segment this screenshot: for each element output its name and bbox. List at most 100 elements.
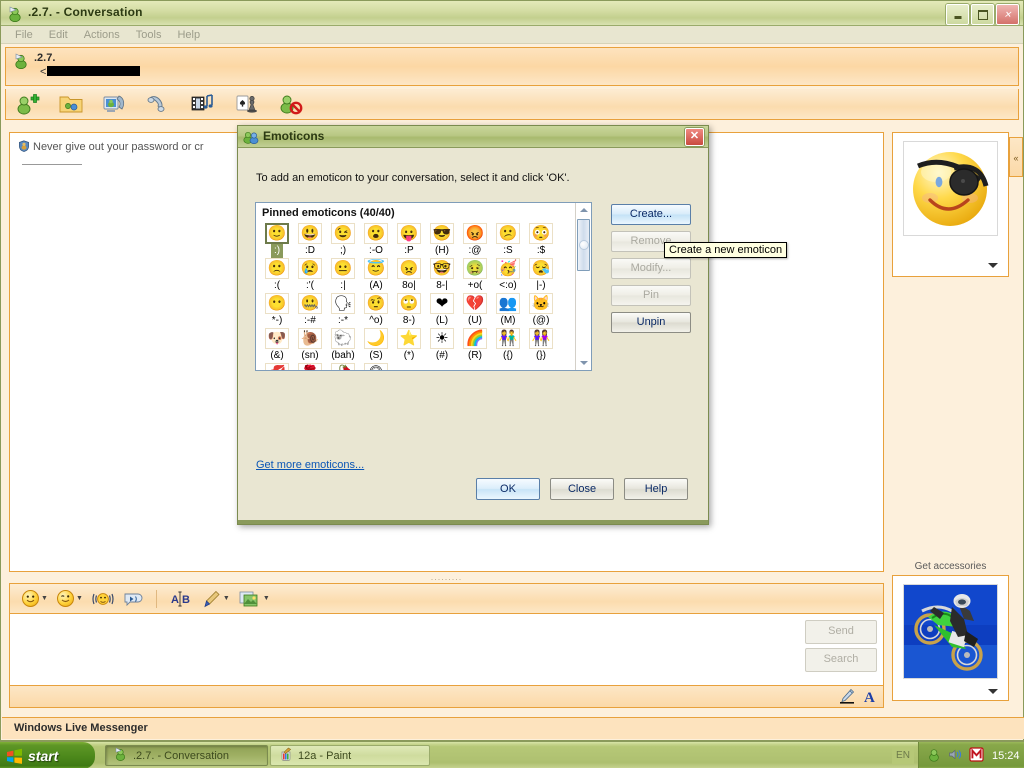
emoticon-cell-disappointed[interactable]: 😐:| [327,258,359,293]
emoticon-cell-kiss-lips[interactable]: 💋(K) [261,363,293,370]
emoticon-shortcut: (A) [369,280,383,291]
emoticon-cell-sun[interactable]: ☀ (#) [426,328,458,363]
taskbar-item-conversation[interactable]: .2.7. - Conversation [105,745,268,766]
pane-splitter[interactable]: ......... [9,574,884,581]
motocross-rider-advertisement[interactable] [903,584,998,679]
emoticon-cell-angry[interactable]: 😡:@ [459,223,491,258]
emoticon-cell-thinking[interactable]: 😶 *-) [261,293,293,328]
emoticon-cell-sleepy[interactable]: 😪 |-) [525,258,557,293]
close-button[interactable]: Close [550,478,614,500]
pirate-smiley-display-picture[interactable] [903,141,998,236]
volume-icon[interactable] [948,747,963,765]
shield-warning-icon [18,140,30,152]
emoticon-cell-star[interactable]: ⭐ (*) [393,328,425,363]
emoticon-cell-black-sheep[interactable]: 🐑 (bah) [327,328,359,363]
start-button[interactable]: start [0,742,95,768]
backgrounds-icon[interactable]: ▼ [237,588,272,610]
emoticon-cell-dog-face[interactable]: 🐶 (&) [261,328,293,363]
chevron-down-icon[interactable] [988,263,998,268]
search-button[interactable]: Search [805,648,877,672]
voice-clip-icon[interactable] [121,588,145,610]
sharing-folders-icon[interactable] [58,92,84,116]
minimize-button[interactable] [946,4,969,25]
emoticons-listbox[interactable]: Pinned emoticons (40/40) 🙂:) 😃:D 😉;) 😮:-O 😛:… [255,202,592,371]
get-more-emoticons-link[interactable]: Get more emoticons... [256,459,364,471]
clock-icon: 🕰 [364,363,388,370]
collapse-sidebar-button[interactable]: « [1009,137,1023,177]
language-indicator[interactable]: EN [892,747,914,764]
emoticon-cell-crying[interactable]: 😢:'( [294,258,326,293]
unpin-button[interactable]: Unpin [611,312,691,333]
restore-button[interactable] [971,4,994,25]
block-contact-icon[interactable] [278,92,304,116]
taskbar-item-paint[interactable]: 12a - Paint [270,745,430,766]
games-icon[interactable] [234,92,260,116]
scroll-down-arrow[interactable] [576,356,591,370]
video-call-icon[interactable] [102,92,128,116]
message-input-area[interactable]: Send Search [9,614,884,686]
emoticon-cell-cat-face[interactable]: 🐱 (@) [525,293,557,328]
dialog-footer-buttons: OK Close Help [238,478,708,500]
dialog-close-button[interactable]: ✕ [685,128,704,146]
emoticon-cell-sleeping-moon[interactable]: 🌙 (S) [360,328,392,363]
emoticon-cell-snail[interactable]: 🐌 (sn) [294,328,326,363]
emoticon-cell-open-mouthed-smile[interactable]: 😃:D [294,223,326,258]
emoticon-cell-confused[interactable]: 😕:S [492,223,524,258]
menu-file[interactable]: File [7,28,41,42]
change-font-icon[interactable]: A B [168,588,194,610]
emoticon-cell-sick[interactable]: 🤢 +o( [459,258,491,293]
emoticon-cell-angel[interactable]: 😇 (A) [360,258,392,293]
menu-edit[interactable]: Edit [41,28,76,42]
emoticon-cell-sarcastic[interactable]: 🤨 ^o) [360,293,392,328]
emoticon-cell-tongue-out[interactable]: 😛:P [393,223,425,258]
emoticon-cell-red-rose[interactable]: 🌹(F) [294,363,326,370]
emoticon-cell-secret-telling[interactable]: 🗣:-* [327,293,359,328]
voice-call-icon[interactable] [146,92,172,116]
scrollbar-thumb[interactable] [577,219,590,271]
emoticon-cell-baring-teeth[interactable]: 😠 8o| [393,258,425,293]
invite-icon[interactable] [14,92,40,116]
menu-tools[interactable]: Tools [128,28,170,42]
emoticon-cell-rainbow[interactable]: 🌈 (R) [459,328,491,363]
emoticon-cell-embarrassed[interactable]: 😳:$ [525,223,557,258]
taskbar-clock[interactable]: 15:24 [992,750,1020,762]
emoticon-shortcut: 8-) [402,315,416,326]
emoticons-scrollbar[interactable] [575,203,591,370]
emoticon-cell-broken-heart[interactable]: 💔 (U) [459,293,491,328]
photo-video-icon[interactable] [190,92,216,116]
emoticon-cell-messenger[interactable]: 👥 (M) [492,293,524,328]
background-brush-icon[interactable]: ▼ [199,588,232,610]
ok-button[interactable]: OK [476,478,540,500]
emoticon-cell-dont-tell-anyone[interactable]: 🤐:-# [294,293,326,328]
emoticon-picker-icon[interactable]: ▼ [20,588,50,610]
send-button[interactable]: Send [805,620,877,644]
emoticon-cell-guy-hug[interactable]: 👫 ({) [492,328,524,363]
emoticon-cell-red-heart[interactable]: ❤ (L) [426,293,458,328]
handwriting-icon[interactable] [839,688,855,707]
create-button[interactable]: Create... [611,204,691,225]
emoticon-cell-winking[interactable]: 😉;) [327,223,359,258]
scroll-up-arrow[interactable] [576,203,591,217]
text-format-icon[interactable]: A [863,688,877,707]
emoticon-cell-nerd[interactable]: 🤓 8-| [426,258,458,293]
emoticon-cell-hot-sunglasses[interactable]: 😎 (H) [426,223,458,258]
emoticon-cell-wilted-rose[interactable]: 🥀(W) [327,363,359,370]
emoticon-shortcut: (@) [532,315,550,326]
emoticon-cell-surprised[interactable]: 😮:-O [360,223,392,258]
crying-icon: 😢 [298,258,322,279]
emoticon-cell-sad[interactable]: 🙁:( [261,258,293,293]
menu-actions[interactable]: Actions [76,28,128,42]
mcafee-icon[interactable] [969,746,984,765]
menu-help[interactable]: Help [169,28,208,42]
emoticon-cell-smile[interactable]: 🙂:) [261,223,293,258]
nudge-icon[interactable] [90,588,116,610]
emoticon-cell-girl-hug[interactable]: 👭 (}) [525,328,557,363]
emoticon-cell-clock[interactable]: 🕰(O) [360,363,392,370]
close-window-button[interactable]: ✕ [996,4,1019,25]
emoticon-cell-party[interactable]: 🥳 <:o) [492,258,524,293]
messenger-tray-icon[interactable] [927,747,942,765]
chevron-down-icon[interactable] [988,689,998,694]
help-button[interactable]: Help [624,478,688,500]
emoticon-cell-eye-rolling[interactable]: 🙄 8-) [393,293,425,328]
wink-picker-icon[interactable]: ▼ [55,588,85,610]
